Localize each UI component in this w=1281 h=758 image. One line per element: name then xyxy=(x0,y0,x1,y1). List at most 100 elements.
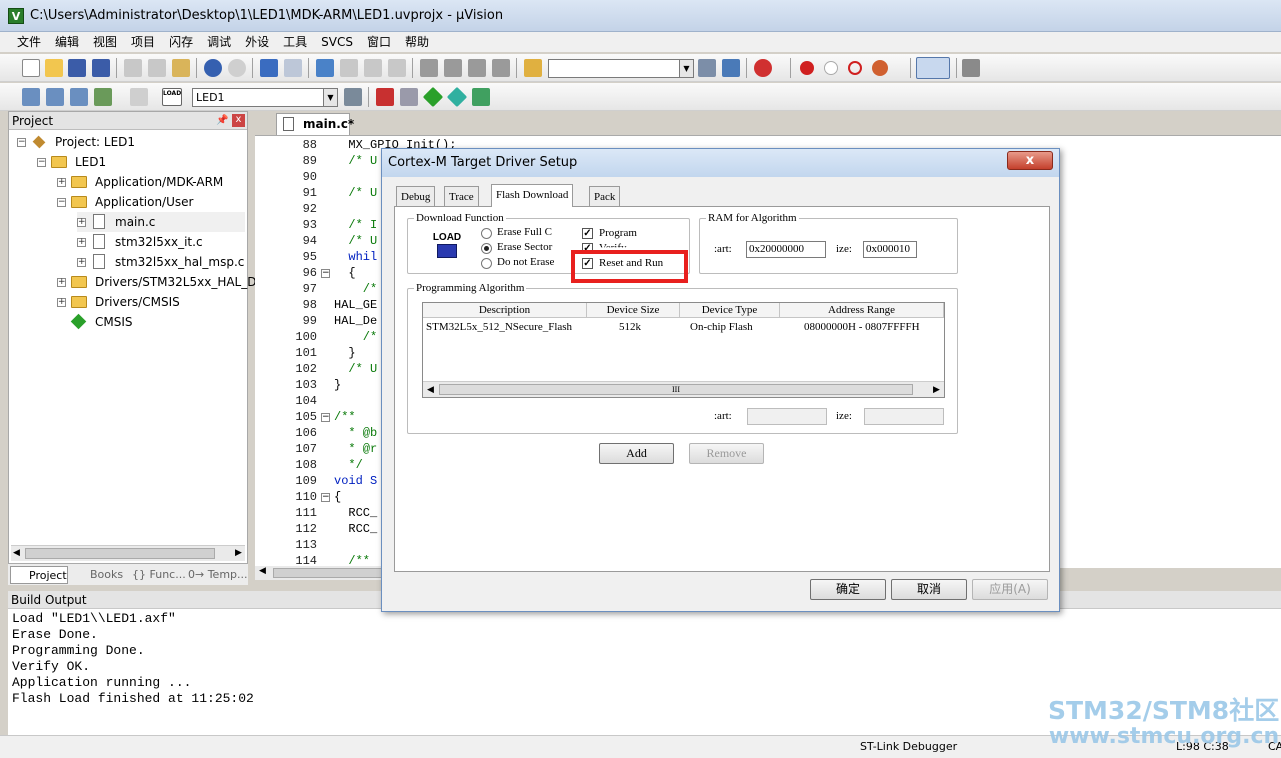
ok-button[interactable]: 确定 xyxy=(810,579,886,600)
rebuild-icon[interactable] xyxy=(70,88,88,106)
tab-flash-download[interactable]: Flash Download xyxy=(491,184,574,207)
collapse-icon[interactable]: − xyxy=(57,198,66,207)
select-packs-icon[interactable] xyxy=(400,88,418,106)
stop-build-icon[interactable] xyxy=(130,88,148,106)
scroll-left-icon[interactable]: ◀ xyxy=(427,384,434,395)
menu-project[interactable]: 项目 xyxy=(124,32,162,52)
tab-main-c[interactable]: main.c* xyxy=(276,113,354,135)
tab-debug[interactable]: Debug xyxy=(396,186,436,206)
expand-icon[interactable]: + xyxy=(57,278,66,287)
algorithm-table[interactable]: Description Device Size Device Type Addr… xyxy=(422,302,945,398)
ram-start-input[interactable]: 0x20000000 xyxy=(746,241,826,258)
batch-build-icon[interactable] xyxy=(94,88,112,106)
next-bookmark-icon[interactable] xyxy=(364,59,382,77)
ram-size-input[interactable]: 0x000010 xyxy=(863,241,917,258)
clear-bookmarks-icon[interactable] xyxy=(388,59,406,77)
scroll-left-icon[interactable]: ◀ xyxy=(13,548,20,558)
menu-peripherals[interactable]: 外设 xyxy=(238,32,276,52)
radio-erase-sectors[interactable] xyxy=(481,243,492,254)
column-header-device-size[interactable]: Device Size xyxy=(587,303,680,318)
chevron-down-icon[interactable]: ▼ xyxy=(323,89,337,106)
cancel-button[interactable]: 取消 xyxy=(891,579,967,600)
target-options-icon[interactable] xyxy=(344,88,362,106)
unindent-icon[interactable] xyxy=(444,59,462,77)
checkbox-program[interactable]: ✓ xyxy=(582,228,593,239)
menu-file[interactable]: 文件 xyxy=(10,32,48,52)
horizontal-scrollbar[interactable]: ◀ ▶ xyxy=(11,545,245,561)
navigate-forward-icon[interactable] xyxy=(284,59,302,77)
event-recorder-icon[interactable] xyxy=(472,88,490,106)
indent-icon[interactable] xyxy=(420,59,438,77)
find-icon[interactable] xyxy=(698,59,716,77)
expand-icon[interactable]: + xyxy=(77,238,86,247)
tab-books[interactable]: Books xyxy=(72,566,123,584)
expand-icon[interactable]: + xyxy=(57,298,66,307)
redo-icon[interactable] xyxy=(228,59,246,77)
column-header-description[interactable]: Description xyxy=(423,303,587,318)
menu-window[interactable]: 窗口 xyxy=(360,32,398,52)
window-layout-icon[interactable] xyxy=(916,57,950,79)
add-button[interactable]: Add xyxy=(599,443,674,464)
save-icon[interactable] xyxy=(68,59,86,77)
fold-toggle-icon[interactable]: − xyxy=(321,493,330,502)
column-header-address-range[interactable]: Address Range xyxy=(780,303,944,318)
target-select[interactable]: LED1 ▼ xyxy=(192,88,338,107)
tab-trace[interactable]: Trace xyxy=(444,186,479,206)
insert-breakpoint-icon[interactable] xyxy=(800,61,814,75)
chevron-down-icon[interactable]: ▼ xyxy=(679,60,693,77)
undo-icon[interactable] xyxy=(204,59,222,77)
tab-pack[interactable]: Pack xyxy=(589,186,621,206)
start-debug-icon[interactable] xyxy=(754,59,772,77)
manage-project-icon[interactable] xyxy=(376,88,394,106)
find-combo[interactable]: ▼ xyxy=(548,59,694,78)
tab-templates[interactable]: 0→ Temp... xyxy=(188,566,248,584)
bookmark-icon[interactable] xyxy=(316,59,334,77)
kill-breakpoints-icon[interactable] xyxy=(872,60,888,76)
radio-do-not-erase[interactable] xyxy=(481,258,492,269)
find-in-files-icon[interactable] xyxy=(524,59,542,77)
scroll-right-icon[interactable]: ▶ xyxy=(933,384,940,395)
tab-project[interactable]: Project xyxy=(10,566,68,584)
copy-icon[interactable] xyxy=(148,59,166,77)
comment-icon[interactable] xyxy=(468,59,486,77)
collapse-icon[interactable]: − xyxy=(17,138,26,147)
tree-item-file[interactable]: + main.c xyxy=(77,212,245,232)
disable-breakpoints-icon[interactable] xyxy=(848,61,862,75)
dialog-close-button[interactable]: x xyxy=(1007,151,1053,170)
menu-edit[interactable]: 编辑 xyxy=(48,32,86,52)
menu-flash[interactable]: 闪存 xyxy=(162,32,200,52)
incremental-find-icon[interactable] xyxy=(722,59,740,77)
fold-toggle-icon[interactable]: − xyxy=(321,413,330,422)
table-h-scrollbar[interactable]: ◀ III ▶ xyxy=(423,381,944,397)
configure-wrench-icon[interactable] xyxy=(962,59,980,77)
fold-toggle-icon[interactable]: − xyxy=(321,269,330,278)
manage-rte-icon[interactable] xyxy=(422,86,444,108)
scroll-thumb[interactable] xyxy=(273,568,385,578)
scroll-right-icon[interactable]: ▶ xyxy=(235,548,242,558)
menu-help[interactable]: 帮助 xyxy=(398,32,436,52)
expand-icon[interactable]: + xyxy=(77,258,86,267)
navigate-back-icon[interactable] xyxy=(260,59,278,77)
menu-view[interactable]: 视图 xyxy=(86,32,124,52)
menu-svcs[interactable]: SVCS xyxy=(314,32,360,52)
download-load-icon[interactable]: LOAD xyxy=(162,88,182,106)
new-file-icon[interactable] xyxy=(22,59,40,77)
paste-icon[interactable] xyxy=(172,59,190,77)
open-file-icon[interactable] xyxy=(45,59,63,77)
menu-debug[interactable]: 调试 xyxy=(200,32,238,52)
cut-icon[interactable] xyxy=(124,59,142,77)
expand-icon[interactable]: + xyxy=(77,218,86,227)
close-panel-icon[interactable]: x xyxy=(232,114,245,127)
collapse-icon[interactable]: − xyxy=(37,158,46,167)
tab-functions[interactable]: {} Func... xyxy=(132,566,186,584)
expand-icon[interactable]: + xyxy=(57,178,66,187)
column-header-device-type[interactable]: Device Type xyxy=(680,303,780,318)
pack-installer-icon[interactable] xyxy=(446,86,468,108)
save-all-icon[interactable] xyxy=(92,59,110,77)
pin-icon[interactable]: 📌 xyxy=(216,115,228,126)
radio-erase-full-chip[interactable] xyxy=(481,228,492,239)
build-icon[interactable] xyxy=(46,88,64,106)
prev-bookmark-icon[interactable] xyxy=(340,59,358,77)
uncomment-icon[interactable] xyxy=(492,59,510,77)
menu-tools[interactable]: 工具 xyxy=(276,32,314,52)
